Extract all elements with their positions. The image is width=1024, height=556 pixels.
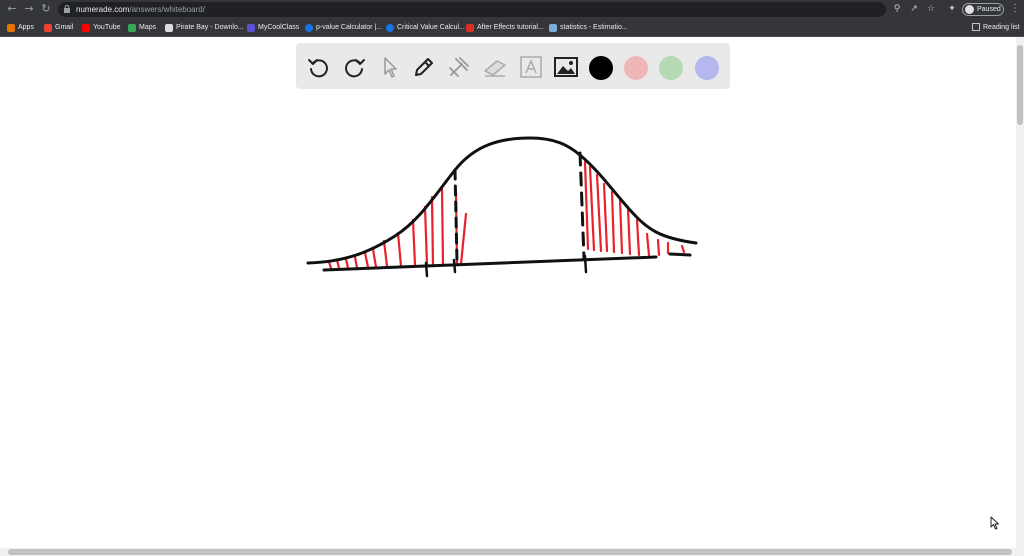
bookmark-statistics[interactable]: statistics - Estimatio... bbox=[549, 22, 628, 34]
right-critical-line bbox=[578, 151, 586, 260]
reading-list-button[interactable]: Reading list bbox=[972, 22, 1020, 34]
maps-icon bbox=[128, 24, 136, 32]
image-icon[interactable] bbox=[553, 54, 579, 80]
bookmarks-bar: Apps Gmail YouTube Maps Pirate Bay - Dow… bbox=[0, 19, 1024, 37]
zoom-icon[interactable]: ⚲ bbox=[891, 3, 903, 15]
bookmark-mycoolclass[interactable]: MyCoolClass bbox=[247, 22, 299, 34]
reload-icon[interactable]: ↻ bbox=[39, 2, 53, 16]
browser-tab-bar: ← → ↻ numerade.com/answers/whiteboard/ ⚲… bbox=[0, 0, 1024, 19]
horizontal-scrollbar[interactable] bbox=[0, 548, 1024, 556]
whiteboard-toolbar bbox=[296, 43, 730, 89]
tick-mark-left bbox=[424, 261, 429, 278]
bookmark-star-icon[interactable]: ☆ bbox=[925, 3, 937, 15]
after-effects-icon bbox=[466, 24, 474, 32]
bookmark-after-effects[interactable]: After Effects tutorial... bbox=[466, 22, 544, 34]
calculator-icon bbox=[386, 24, 394, 32]
extensions-icon[interactable]: ✦ bbox=[946, 3, 958, 15]
pen-icon[interactable] bbox=[411, 54, 437, 80]
share-icon[interactable]: ↗ bbox=[908, 3, 920, 15]
bookmark-gmail[interactable]: Gmail bbox=[44, 22, 73, 34]
bookmark-pirate-bay[interactable]: Pirate Bay - Downlo... bbox=[165, 22, 244, 34]
calculator-icon bbox=[305, 24, 313, 32]
stack-exchange-icon bbox=[549, 24, 557, 32]
mycoolclass-icon bbox=[247, 24, 255, 32]
bookmark-critical-value[interactable]: Critical Value Calcul... bbox=[386, 22, 465, 34]
back-icon[interactable]: ← bbox=[5, 2, 19, 16]
bookmark-apps[interactable]: Apps bbox=[7, 22, 34, 34]
pointer-icon[interactable] bbox=[377, 54, 403, 80]
tick-mark-mid bbox=[452, 258, 457, 274]
gmail-icon bbox=[44, 24, 52, 32]
address-bar[interactable]: numerade.com/answers/whiteboard/ bbox=[58, 2, 886, 17]
vertical-scrollbar[interactable] bbox=[1016, 37, 1024, 548]
monitor-icon bbox=[165, 24, 173, 32]
lock-icon bbox=[64, 5, 70, 13]
color-swatch-red[interactable] bbox=[624, 56, 648, 80]
text-icon[interactable] bbox=[518, 54, 544, 80]
url-text: numerade.com/answers/whiteboard/ bbox=[76, 5, 205, 14]
undo-icon[interactable] bbox=[306, 54, 332, 80]
apps-grid-icon bbox=[7, 24, 15, 32]
profile-button[interactable]: Paused bbox=[962, 3, 1004, 16]
avatar bbox=[965, 5, 974, 14]
reading-list-icon bbox=[972, 23, 980, 32]
forward-icon[interactable]: → bbox=[22, 2, 36, 16]
scrollbar-thumb[interactable] bbox=[8, 549, 1012, 555]
color-swatch-green[interactable] bbox=[659, 56, 683, 80]
mouse-cursor-icon bbox=[990, 516, 999, 530]
color-swatch-blue[interactable] bbox=[695, 56, 719, 80]
tools-icon[interactable] bbox=[446, 54, 472, 80]
eraser-icon[interactable] bbox=[482, 54, 508, 80]
kebab-menu-icon[interactable]: ⋮ bbox=[1010, 3, 1020, 15]
bookmark-maps[interactable]: Maps bbox=[128, 22, 156, 34]
profile-status: Paused bbox=[977, 6, 1001, 13]
color-swatch-black[interactable] bbox=[589, 56, 613, 80]
whiteboard-canvas[interactable] bbox=[0, 37, 1016, 548]
axis-tail-right bbox=[668, 252, 692, 257]
bookmark-youtube[interactable]: YouTube bbox=[82, 22, 121, 34]
bookmark-p-value[interactable]: p-value Calculator |... bbox=[305, 22, 382, 34]
redo-icon[interactable] bbox=[341, 54, 367, 80]
youtube-icon bbox=[82, 24, 90, 32]
scrollbar-thumb[interactable] bbox=[1017, 45, 1023, 125]
